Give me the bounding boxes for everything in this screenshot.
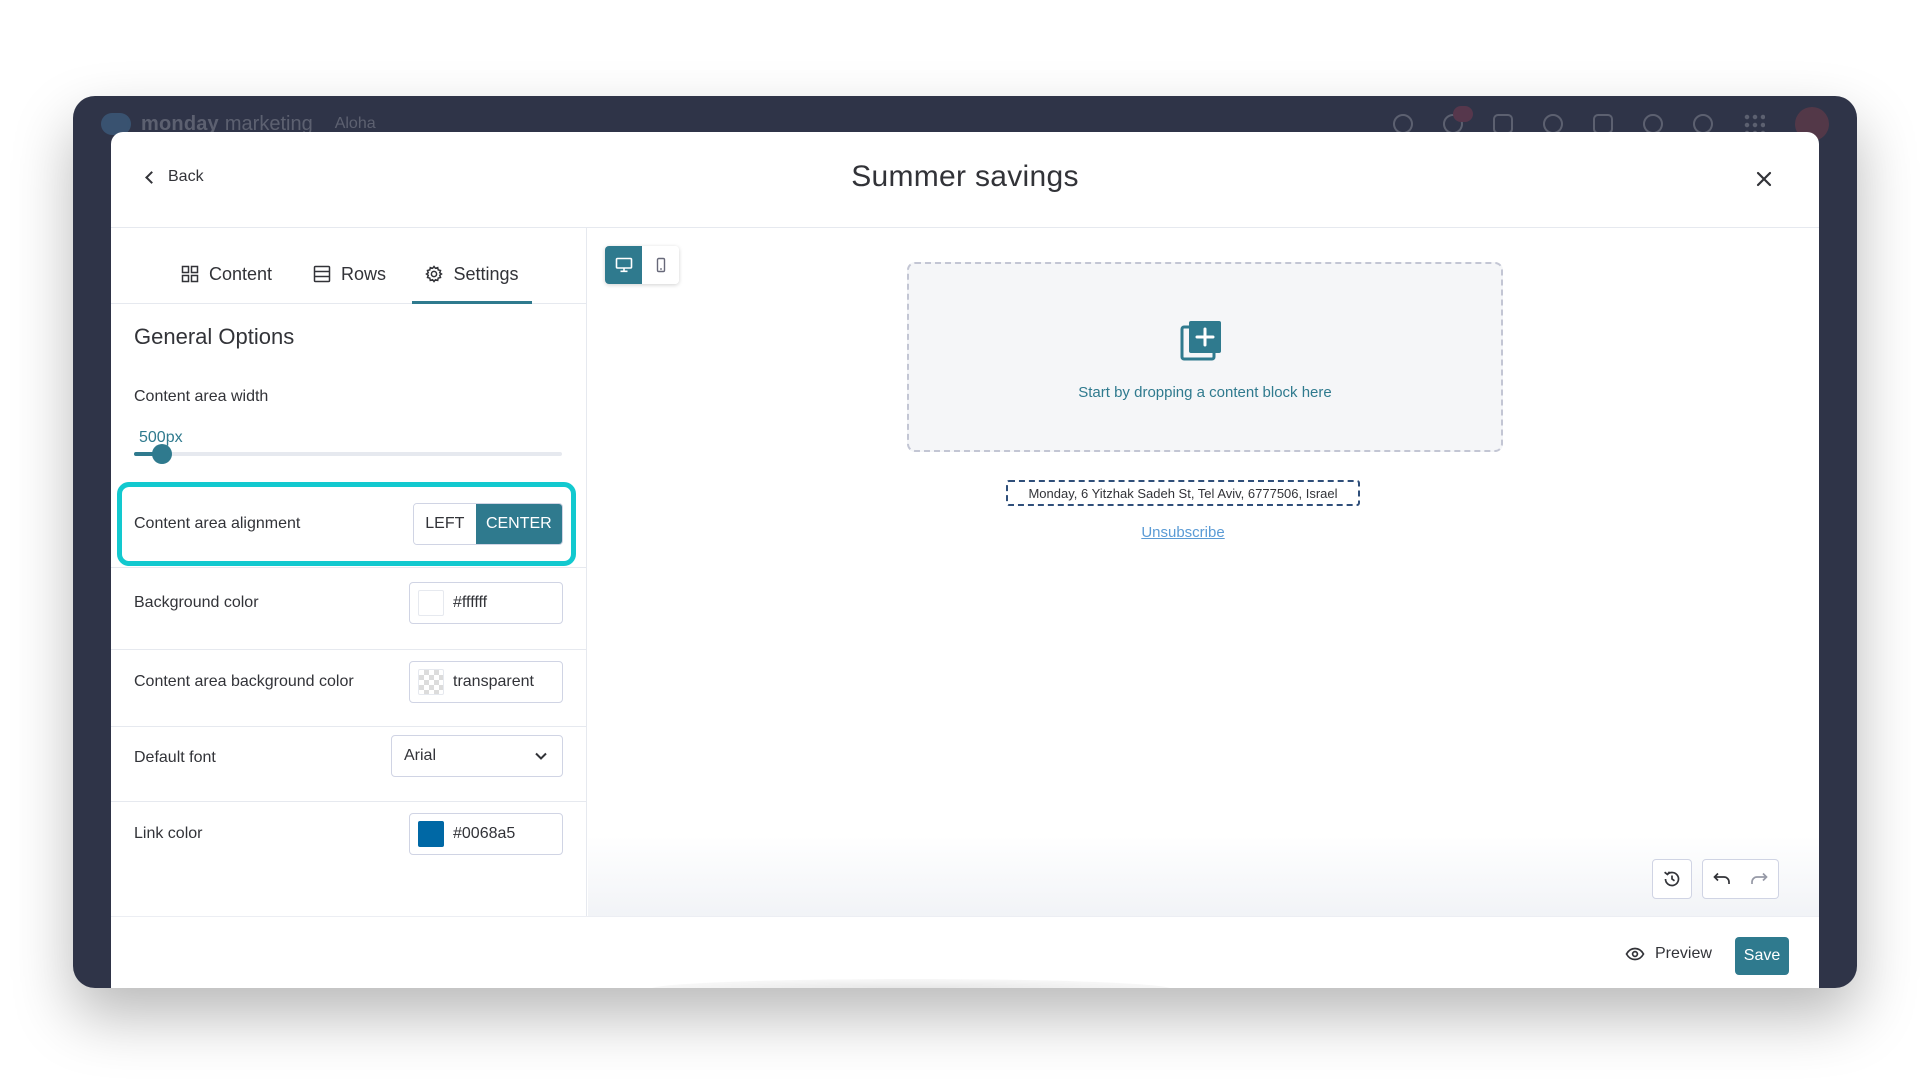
default-font-label: Default font	[134, 749, 216, 766]
content-area-bg-label: Content area background color	[134, 673, 354, 690]
alignment-toggle: LEFT CENTER	[413, 503, 563, 545]
drop-zone-text: Start by dropping a content block here	[1078, 384, 1332, 401]
notification-badge	[1453, 106, 1473, 122]
email-editor-modal: Back Summer savings Content Rows Setting…	[111, 132, 1819, 988]
background-color-label: Background color	[134, 594, 259, 611]
tab-settings[interactable]: Settings	[412, 264, 532, 304]
background-color-value: #ffffff	[453, 594, 488, 611]
gear-icon	[425, 265, 444, 283]
mobile-icon	[656, 257, 665, 273]
redo-button[interactable]	[1739, 859, 1779, 899]
chevron-down-icon	[535, 752, 547, 760]
undo-icon	[1713, 872, 1730, 884]
save-button[interactable]: Save	[1735, 937, 1789, 975]
divider	[111, 726, 587, 727]
footer-shadow	[651, 979, 1171, 988]
background-color-input[interactable]: #ffffff	[409, 582, 563, 624]
align-center-button[interactable]: CENTER	[475, 504, 562, 544]
preview-label: Preview	[1655, 945, 1712, 962]
rows-icon	[313, 265, 331, 283]
slider-thumb[interactable]	[151, 444, 172, 464]
content-area-bg-value: transparent	[453, 673, 534, 690]
version-history-button[interactable]	[1652, 859, 1692, 899]
workspace-name: Aloha	[334, 115, 376, 132]
eye-icon	[1625, 947, 1645, 961]
tab-label: Content	[209, 264, 273, 284]
bell-icon[interactable]	[1443, 106, 1473, 134]
desktop-view-button[interactable]	[605, 246, 642, 284]
device-toggle	[605, 246, 679, 284]
preview-button[interactable]: Preview	[1625, 945, 1712, 963]
gear-icon[interactable]	[1393, 114, 1413, 134]
link-color-input[interactable]: #0068a5	[409, 813, 563, 855]
inbox-icon[interactable]	[1493, 114, 1513, 134]
active-tab-indicator	[412, 301, 532, 304]
footer-address[interactable]: Monday, 6 Yitzhak Sadeh St, Tel Aviv, 67…	[1006, 480, 1360, 506]
modal-header: Back Summer savings	[111, 132, 1819, 228]
modal-footer: Preview Save	[111, 916, 1819, 988]
close-button[interactable]	[1753, 168, 1775, 190]
divider	[111, 567, 587, 568]
align-left-button[interactable]: LEFT	[414, 504, 476, 544]
grid-icon	[181, 265, 199, 283]
settings-panel: Content Rows Settings General Options Co…	[111, 228, 587, 916]
content-area-bg-input[interactable]: transparent	[409, 661, 563, 703]
content-width-slider[interactable]	[134, 444, 562, 464]
search-icon[interactable]	[1643, 114, 1663, 134]
tab-content[interactable]: Content	[181, 264, 272, 304]
color-swatch	[418, 821, 444, 847]
default-font-select[interactable]: Arial	[391, 735, 563, 777]
apps-puzzle-icon[interactable]	[1593, 114, 1613, 134]
panel-tabs: Content Rows Settings	[111, 228, 587, 304]
modal-title: Summer savings	[851, 160, 1079, 193]
email-canvas: Start by dropping a content block here M…	[588, 228, 1819, 916]
desktop-icon	[615, 257, 632, 273]
link-color-value: #0068a5	[453, 825, 516, 842]
content-width-label: Content area width	[134, 388, 269, 405]
help-icon[interactable]	[1693, 114, 1713, 134]
mobile-view-button[interactable]	[642, 246, 679, 284]
color-swatch	[418, 590, 444, 616]
unsubscribe-link[interactable]: Unsubscribe	[1006, 524, 1360, 541]
tab-label: Settings	[453, 264, 519, 284]
link-color-label: Link color	[134, 825, 203, 842]
default-font-value: Arial	[404, 747, 437, 764]
transparent-swatch	[418, 669, 444, 695]
alignment-label: Content area alignment	[134, 515, 301, 532]
undo-button[interactable]	[1702, 859, 1742, 899]
history-icon	[1664, 871, 1680, 887]
close-icon	[1756, 171, 1772, 187]
divider	[111, 801, 587, 802]
tab-rows[interactable]: Rows	[313, 264, 386, 304]
redo-icon	[1750, 872, 1768, 884]
section-title: General Options	[134, 324, 295, 349]
canvas-fade	[588, 836, 1819, 916]
tab-label: Rows	[341, 264, 387, 284]
divider	[111, 649, 587, 650]
content-drop-zone[interactable]: Start by dropping a content block here	[907, 262, 1503, 452]
invite-user-icon[interactable]	[1543, 114, 1563, 134]
add-block-icon	[1180, 321, 1221, 361]
